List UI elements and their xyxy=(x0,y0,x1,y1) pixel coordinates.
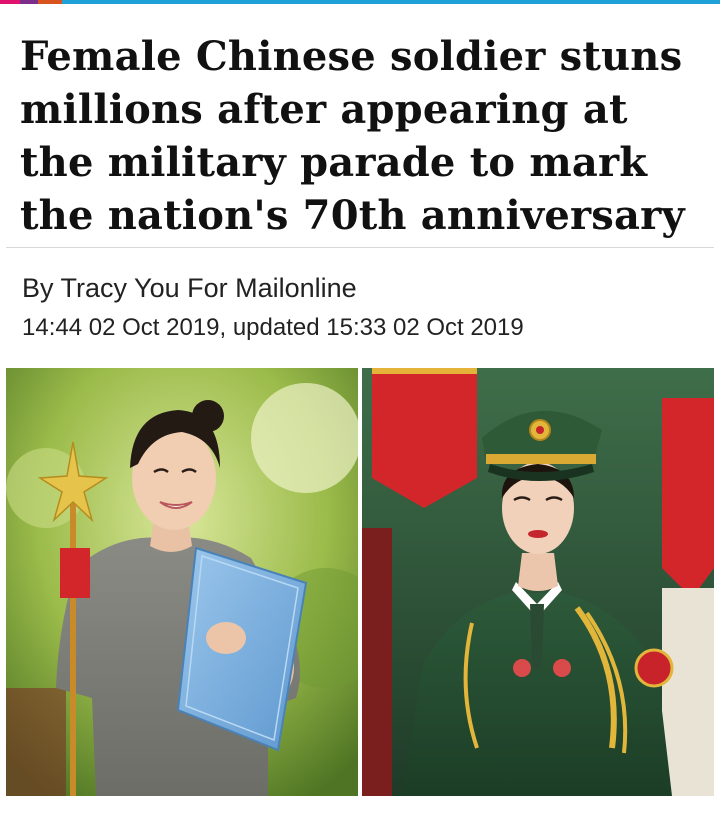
headline-divider xyxy=(6,247,714,248)
woman-in-grey-tshirt-holding-blue-folder-photo xyxy=(6,368,358,796)
accent-segment xyxy=(38,0,62,4)
article-dateline: 14:44 02 Oct 2019, updated 15:33 02 Oct … xyxy=(22,314,524,341)
accent-segment xyxy=(0,0,20,4)
article-photo-left[interactable] xyxy=(6,368,358,796)
article-photo-right[interactable] xyxy=(362,368,714,796)
female-soldier-in-dress-uniform-photo xyxy=(362,368,714,796)
article-headline: Female Chinese soldier stuns millions af… xyxy=(20,33,685,239)
accent-segment xyxy=(20,0,38,4)
accent-segment xyxy=(62,0,720,4)
top-accent-bar xyxy=(0,0,720,4)
article-byline[interactable]: By Tracy You For Mailonline xyxy=(22,273,357,304)
